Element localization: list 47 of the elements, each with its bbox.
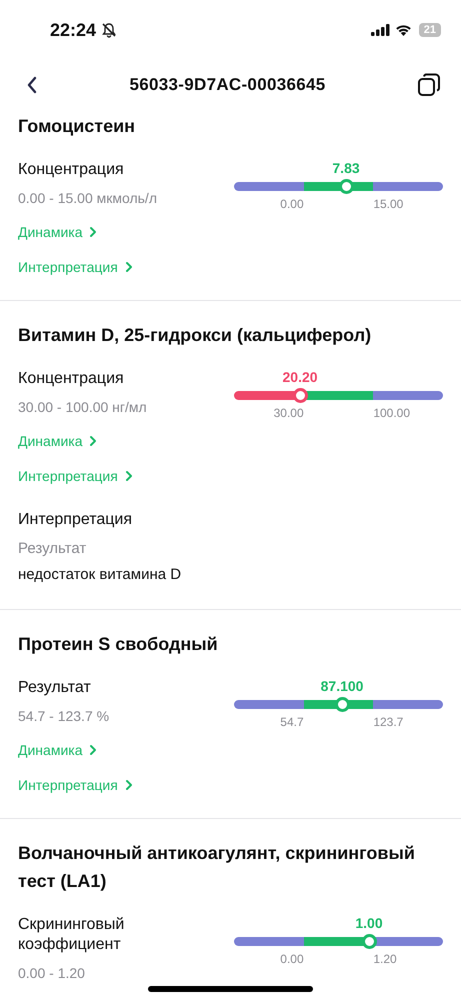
- range-text: 30.00 - 100.00 нг/мл: [18, 398, 148, 417]
- copy-icon[interactable]: [417, 73, 441, 97]
- value-text: 1.00: [355, 914, 383, 932]
- result-label: Результат: [18, 539, 88, 559]
- tick-label: 123.7: [373, 715, 404, 729]
- tick-label: 100.00: [373, 406, 410, 420]
- measure-label: Результат: [18, 678, 92, 698]
- chevron-icon: [89, 226, 98, 238]
- section-title: Протеин S свободный: [18, 633, 219, 656]
- chevron-icon: [124, 778, 133, 790]
- nav-title: 56033-9D7AC-00036645: [128, 75, 326, 95]
- value-text: 20.20: [282, 368, 318, 386]
- tick-label: 54.7: [280, 715, 304, 729]
- back-icon[interactable]: [26, 76, 38, 94]
- signal-icon: [370, 24, 390, 36]
- measure-label: Скрининговый коэффициент: [18, 915, 126, 955]
- range-text: 0.00 - 15.00 мкмоль/л: [18, 189, 158, 208]
- interpretation-heading: Интерпретация: [18, 510, 134, 530]
- measure-label: Концентрация: [18, 369, 125, 389]
- section-title: Витамин D, 25-гидрокси (кальциферол): [18, 324, 372, 347]
- section-title: Волчаночный антикоагулянт, скрининговый тест (LA1): [18, 842, 416, 893]
- tick-label: 30.00: [274, 406, 304, 420]
- muted-bell-icon: [101, 22, 118, 38]
- battery-level: 21: [418, 23, 441, 37]
- tick-label: 1.20: [373, 952, 397, 966]
- measure-label: Концентрация: [18, 160, 125, 180]
- value-text: 87.100: [320, 677, 364, 695]
- result-text: недостаток витамина D: [18, 565, 182, 585]
- detail-link[interactable]: Интерпретация: [18, 468, 133, 484]
- tick-label: 0.00: [280, 197, 304, 211]
- chevron-icon: [89, 434, 98, 446]
- detail-link[interactable]: Динамика: [18, 224, 98, 240]
- range-text: 0.00 - 1.20: [18, 964, 86, 983]
- detail-link[interactable]: Интерпретация: [18, 258, 133, 274]
- range-text: 54.7 - 123.7 %: [18, 707, 110, 726]
- tick-label: 15.00: [373, 197, 404, 211]
- tick-label: 0.00: [280, 952, 304, 966]
- chevron-icon: [124, 470, 133, 482]
- detail-link[interactable]: Динамика: [18, 432, 98, 448]
- wifi-icon: [394, 24, 412, 36]
- status-time: 22:24: [50, 20, 96, 40]
- chevron-icon: [89, 744, 98, 756]
- value-text: 7.83: [332, 159, 360, 177]
- chevron-icon: [124, 260, 133, 272]
- detail-link[interactable]: Интерпретация: [18, 776, 133, 792]
- detail-link[interactable]: Динамика: [18, 742, 98, 758]
- section-title: Гомоцистеин: [18, 115, 136, 138]
